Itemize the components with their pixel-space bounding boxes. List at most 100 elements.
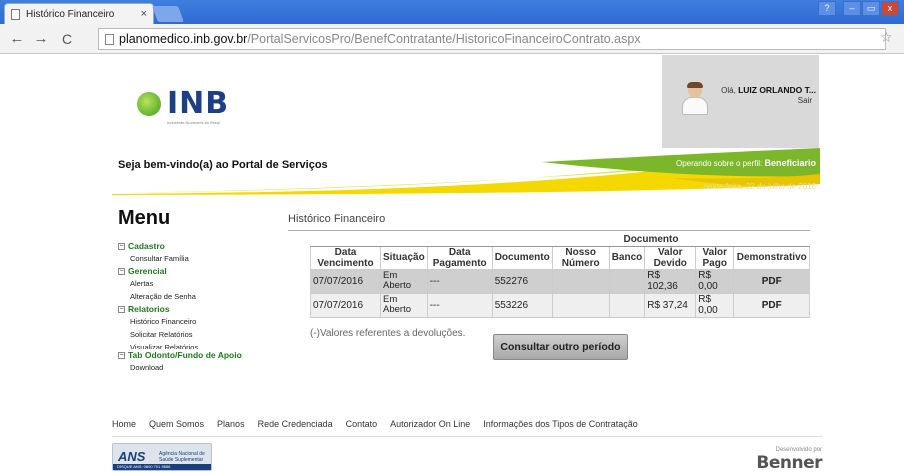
footer-nav: Home Quem Somos Planos Rede Credenciada … xyxy=(112,419,651,429)
reload-icon[interactable]: C xyxy=(58,29,76,49)
menu-group-label: Cadastro xyxy=(128,241,165,251)
cell-valor-devido: R$ 102,36 xyxy=(644,268,697,294)
pdf-link[interactable]: PDF xyxy=(733,268,811,294)
menu-item-solicitar-relatorios[interactable]: Solicitar Relatórios xyxy=(118,328,278,341)
forward-arrow-icon[interactable]: → xyxy=(32,29,50,49)
url-host: planomedico.inb.gov.br xyxy=(119,32,248,46)
pdf-link[interactable]: PDF xyxy=(733,292,811,318)
table-row: 07/07/2016 Em Aberto --- 552276 R$ 102,3… xyxy=(310,268,811,294)
logo-text: INB xyxy=(167,86,230,121)
menu-group-label: Tab Odonto/Fundo de Apoio xyxy=(128,350,242,360)
cell-vencimento: 07/07/2016 xyxy=(310,268,381,294)
menu-group-tab-odonto[interactable]: − Tab Odonto/Fundo de Apoio xyxy=(118,349,278,361)
collapse-icon[interactable]: − xyxy=(118,305,125,313)
url-path: /PortalServicosPro/BenefContratante/Hist… xyxy=(247,32,641,46)
consultar-outro-periodo-button[interactable]: Consultar outro período xyxy=(493,334,628,360)
logout-link[interactable]: Sair xyxy=(716,96,812,105)
cell-nosso-numero xyxy=(551,292,610,318)
cell-banco xyxy=(608,292,646,318)
cell-documento: 553226 xyxy=(491,292,553,318)
cell-pagamento: --- xyxy=(426,268,493,294)
footer-link-autorizador[interactable]: Autorizador On Line xyxy=(390,419,470,429)
footer-link-contato[interactable]: Contato xyxy=(346,419,378,429)
back-arrow-icon[interactable]: ← xyxy=(8,29,26,49)
profile-icon[interactable]: ? xyxy=(818,1,836,16)
financial-history-table: Documento Data Vencimento Situação Data … xyxy=(310,233,811,318)
menu-item-download[interactable]: Download xyxy=(118,361,278,374)
menu-group-cadastro[interactable]: − Cadastro xyxy=(118,240,278,252)
menu-group-label: Relatorios xyxy=(128,304,170,314)
header-swoosh xyxy=(112,148,820,195)
ans-logo[interactable]: ANS Agência Nacional de Saúde Suplementa… xyxy=(112,443,212,471)
minimize-icon[interactable]: – xyxy=(843,1,861,16)
user-name: LUIZ ORLANDO T... xyxy=(738,85,816,95)
user-greeting: Olá, LUIZ ORLANDO T... xyxy=(716,85,816,95)
footer-link-rede-credenciada[interactable]: Rede Credenciada xyxy=(258,419,333,429)
tab-close-icon[interactable]: × xyxy=(141,8,147,20)
greeting-prefix: Olá, xyxy=(721,86,739,95)
col-header-nosso-numero: Nosso Número xyxy=(551,245,610,270)
menu-item-consultar-familia[interactable]: Consultar Família xyxy=(118,252,278,265)
page-title: Histórico Financeiro xyxy=(288,213,386,225)
address-bar[interactable]: planomedico.inb.gov.br/PortalServicosPro… xyxy=(98,28,886,50)
logo-subtitle: Indústrias Nucleares do Brasil xyxy=(167,120,221,125)
menu-group-label: Gerencial xyxy=(128,266,167,276)
user-avatar-icon xyxy=(682,82,708,115)
current-date: sexta-feira, 22 de julho de 2016 xyxy=(703,182,816,191)
menu-item-visualizar-relatorios[interactable]: Visualizar Relatórios xyxy=(118,341,278,349)
collapse-icon[interactable]: − xyxy=(118,351,125,359)
collapse-icon[interactable]: − xyxy=(118,267,125,275)
menu-group-gerencial[interactable]: − Gerencial xyxy=(118,265,278,277)
profile-name: Beneficiario xyxy=(764,158,816,168)
table-row: 07/07/2016 Em Aberto --- 553226 R$ 37,24… xyxy=(310,292,811,318)
col-header-valor-pago: Valor Pago xyxy=(695,245,735,270)
menu-item-historico-financeiro[interactable]: Histórico Financeiro xyxy=(118,315,278,328)
cell-valor-pago: R$ 0,00 xyxy=(695,268,735,294)
cell-valor-devido: R$ 37,24 xyxy=(644,292,697,318)
ans-register: DISQUE ANS: 0800 701 9656 xyxy=(113,464,211,470)
col-header-demonstrativo: Demonstrativo xyxy=(733,245,811,270)
profile-info: Operando sobre o perfil: Beneficiario xyxy=(600,158,816,168)
benner-logo[interactable]: Benner xyxy=(740,453,822,473)
bookmark-star-icon[interactable]: ☆ xyxy=(880,29,893,46)
ans-text: Agência Nacional de Saúde Suplementar xyxy=(159,451,205,463)
close-window-icon[interactable]: x xyxy=(881,1,899,16)
cell-documento: 552276 xyxy=(491,268,553,294)
welcome-message: Seja bem-vindo(a) ao Portal de Serviços xyxy=(118,159,328,171)
footer-link-home[interactable]: Home xyxy=(112,419,136,429)
footer-link-planos[interactable]: Planos xyxy=(217,419,245,429)
heading-divider xyxy=(288,230,810,231)
browser-tab[interactable]: Histórico Financeiro × xyxy=(4,3,154,24)
menu-title: Menu xyxy=(118,207,171,229)
side-menu: − Cadastro Consultar Família − Gerencial A… xyxy=(118,240,278,374)
col-header-pagamento: Data Pagamento xyxy=(426,245,493,270)
col-header-situacao: Situação xyxy=(380,245,428,270)
collapse-icon[interactable]: − xyxy=(118,242,125,250)
profile-prefix: Operando sobre o perfil: xyxy=(675,159,765,168)
user-panel: Olá, LUIZ ORLANDO T... Sair xyxy=(662,55,819,148)
footer-link-quem-somos[interactable]: Quem Somos xyxy=(149,419,204,429)
new-tab-button[interactable] xyxy=(152,6,184,22)
col-header-valor-devido: Valor Devido xyxy=(644,245,697,270)
inb-logo[interactable]: INB Indústrias Nucleares do Brasil xyxy=(137,86,230,128)
cell-nosso-numero xyxy=(551,268,610,294)
menu-group-relatorios[interactable]: − Relatorios xyxy=(118,303,278,315)
footer-link-tipos-contratacao[interactable]: Informações dos Tipos de Contratação xyxy=(483,419,638,429)
menu-item-alteracao-senha[interactable]: Alteração de Senha xyxy=(118,290,278,303)
document-icon xyxy=(105,33,114,45)
cell-vencimento: 07/07/2016 xyxy=(310,292,381,318)
menu-item-alertas[interactable]: Alertas xyxy=(118,277,278,290)
ans-mark: ANS xyxy=(118,449,146,464)
refund-note: (-)Valores referentes a devoluções. xyxy=(310,328,466,339)
cell-pagamento: --- xyxy=(426,292,493,318)
cell-situacao: Em Aberto xyxy=(380,268,428,294)
cell-situacao: Em Aberto xyxy=(380,292,428,318)
tab-title: Histórico Financeiro xyxy=(26,8,115,20)
footer-divider xyxy=(112,436,822,437)
browser-titlebar: Histórico Financeiro × ? – ▭ x xyxy=(0,0,904,24)
page-icon xyxy=(11,8,20,20)
cell-valor-pago: R$ 0,00 xyxy=(695,292,735,318)
col-header-banco: Banco xyxy=(608,245,646,270)
maximize-icon[interactable]: ▭ xyxy=(862,1,880,16)
table-group-header: Documento xyxy=(492,233,810,247)
